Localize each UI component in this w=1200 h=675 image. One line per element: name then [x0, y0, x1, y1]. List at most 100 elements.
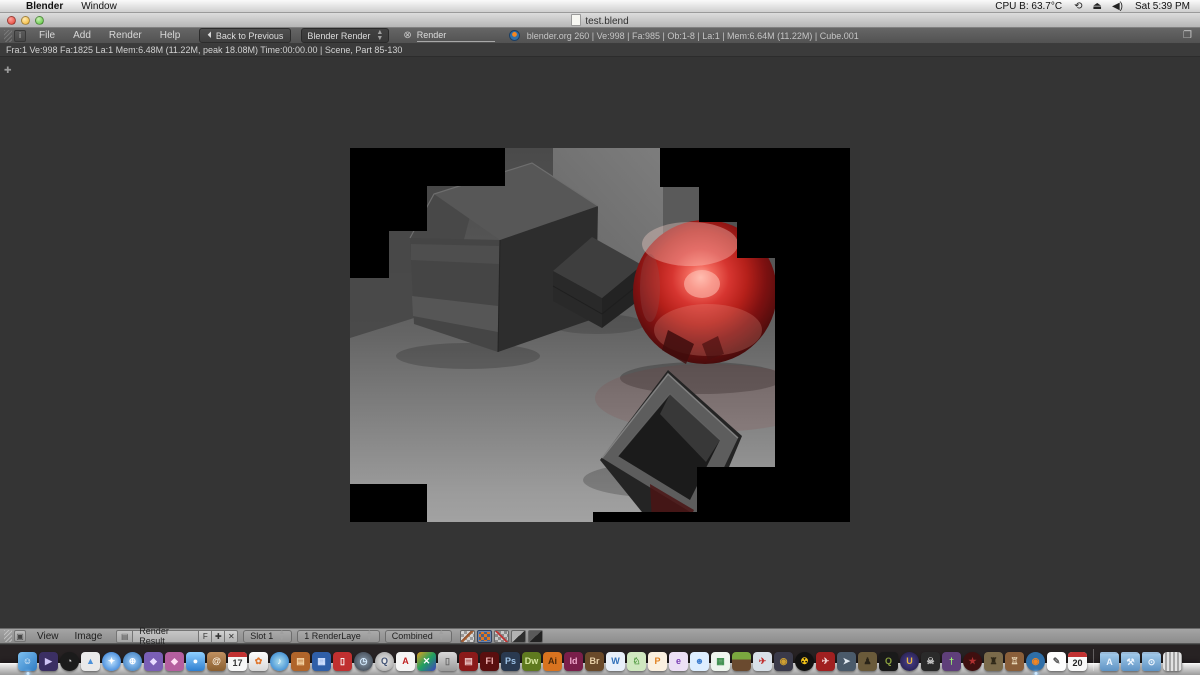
header-menu-item[interactable]: Render: [100, 30, 151, 41]
image-name-field[interactable]: Render Result: [133, 630, 199, 643]
dock-icon-gray-utility-app[interactable]: ▯: [438, 652, 457, 671]
macos-menubar: Blender Window CPU B: 63.7°C ⟲⏏◀) Sat 5:…: [0, 0, 1200, 13]
dock-icon-flash[interactable]: Fl: [480, 652, 499, 671]
dock-icon-grid-app[interactable]: ▦: [312, 652, 331, 671]
dock-icon-quake[interactable]: Q: [879, 652, 898, 671]
display-channel-buttons: [460, 630, 543, 643]
dock-icon-green-character-app[interactable]: ♘: [627, 652, 646, 671]
dock-icon-dark-star-game[interactable]: ★: [963, 652, 982, 671]
menubar-status-icon[interactable]: ⟲: [1074, 1, 1082, 12]
dock-icon-finder[interactable]: ☺: [18, 652, 37, 671]
dock-icon-dashboard[interactable]: ◔: [60, 652, 79, 671]
dock-icon-soldier-game-1[interactable]: ♜: [984, 652, 1003, 671]
dock-icon-quake-soldier-game[interactable]: ♟: [858, 652, 877, 671]
window-titlebar[interactable]: test.blend: [0, 13, 1200, 28]
editor-type-image-icon[interactable]: ▣: [14, 630, 26, 642]
dock-icon-textedit[interactable]: ✎: [1047, 652, 1066, 671]
dock-icon-sites-folder[interactable]: ⊙: [1142, 652, 1161, 671]
dock-icon-colorful-x-app[interactable]: ✕: [417, 652, 436, 671]
dock-icon-game-helmet[interactable]: ◉: [774, 652, 793, 671]
zbuffer-channel-icon[interactable]: [528, 630, 543, 643]
menubar-status-icon[interactable]: ⏏: [1092, 1, 1101, 12]
image-editor-menu-item[interactable]: View: [29, 631, 67, 642]
image-editor-viewport[interactable]: ✚: [0, 57, 1200, 628]
dock-icon-entourage[interactable]: e: [669, 652, 688, 671]
color-alpha-channel-icon[interactable]: [477, 630, 492, 643]
dock-icon-red-device-app[interactable]: ▯: [333, 652, 352, 671]
dock-icon-ichat[interactable]: ●: [186, 652, 205, 671]
dock-icon-front-row[interactable]: ▶: [39, 652, 58, 671]
editor-type-info-icon[interactable]: i: [14, 30, 26, 42]
header-menu-item[interactable]: Help: [151, 30, 190, 41]
dock-icon-soldier-game-2[interactable]: ♖: [1005, 652, 1024, 671]
dock-icon-unreal-tournament[interactable]: U: [900, 652, 919, 671]
paint-mode-icon[interactable]: [460, 630, 475, 643]
corner-grip[interactable]: [4, 630, 12, 642]
dock-icon-dreamweaver[interactable]: Dw: [522, 652, 541, 671]
dock-icon-excel[interactable]: ▦: [711, 652, 730, 671]
header-menu-item[interactable]: Add: [64, 30, 100, 41]
dock-icon-photoshop[interactable]: Ps: [501, 652, 520, 671]
document-icon: [571, 14, 581, 26]
dock-icon-utilities-folder[interactable]: ⚒: [1121, 652, 1140, 671]
browse-image-icon[interactable]: ▤: [116, 630, 133, 643]
dock-icon-iphoto[interactable]: ✿: [249, 652, 268, 671]
slot-select[interactable]: Slot 1 ▲▼: [243, 630, 292, 643]
dock-icon-xplane[interactable]: ✈: [753, 652, 772, 671]
unrendered-tile: [660, 148, 850, 187]
dock-icon-purple-gem-app[interactable]: ◆: [144, 652, 163, 671]
dock-icon-powerpoint[interactable]: P: [648, 652, 667, 671]
alpha-channel-icon[interactable]: [511, 630, 526, 643]
dock-items: ☺▶◔▲✦⊕◆◆●@17✿♪▤▦▯◷QA✕▯▤FlPsDwAiIdBrW♘Pe☻…: [18, 649, 1182, 671]
dock-icon-radiation-game[interactable]: ☢: [795, 652, 814, 671]
unlink-image-button[interactable]: ✕: [225, 630, 238, 643]
new-window-icon[interactable]: ❐: [1183, 30, 1192, 41]
dock-icon-blender[interactable]: ◉: [1026, 652, 1045, 671]
dock-icon-illustrator[interactable]: Ai: [543, 652, 562, 671]
back-to-previous-button[interactable]: ⏴ Back to Previous: [199, 28, 291, 43]
header-menu-item[interactable]: File: [30, 30, 64, 41]
menubar-menu-item[interactable]: Window: [81, 1, 117, 12]
dock-icon-red-plane-game[interactable]: ✈: [816, 652, 835, 671]
dock-icon-address-book[interactable]: @: [207, 652, 226, 671]
close-window-button[interactable]: [7, 16, 16, 25]
dock-icon-pink-gem-app[interactable]: ◆: [165, 652, 184, 671]
fake-user-button[interactable]: F: [199, 630, 212, 643]
dock-icon-lightsaber-game[interactable]: †: [942, 652, 961, 671]
new-image-button[interactable]: ✚: [212, 630, 225, 643]
dock-icon-toast-burner[interactable]: ▤: [291, 652, 310, 671]
region-expand-icon[interactable]: ✚: [4, 66, 12, 75]
dock-icon-indesign[interactable]: Id: [564, 652, 583, 671]
corner-grip[interactable]: [4, 30, 12, 42]
dock-icon-bridge[interactable]: Br: [585, 652, 604, 671]
dock-icon-quicktime-player[interactable]: Q: [375, 652, 394, 671]
dock-icon-applications-folder[interactable]: A: [1100, 652, 1119, 671]
render-result-image[interactable]: [350, 148, 850, 522]
dock-icon-word[interactable]: W: [606, 652, 625, 671]
render-layer-select[interactable]: 1 RenderLaye ▲▼: [297, 630, 379, 643]
image-editor-menu-item[interactable]: Image: [67, 631, 111, 642]
menubar-clock[interactable]: Sat 5:39 PM: [1135, 1, 1190, 12]
dock-icon-messenger[interactable]: ☻: [690, 652, 709, 671]
render-engine-select[interactable]: Blender Render ▲▼: [301, 28, 389, 43]
dock-icon-preview[interactable]: ▲: [81, 652, 100, 671]
dock-icon-itunes[interactable]: ♪: [270, 652, 289, 671]
dock-icon-skull-game[interactable]: ☠: [921, 652, 940, 671]
menubar-status-icon[interactable]: ◀): [1112, 1, 1123, 12]
dock-icon-safari[interactable]: ✦: [102, 652, 121, 671]
dock-icon-minecraft[interactable]: [732, 652, 751, 671]
zoom-window-button[interactable]: [35, 16, 44, 25]
dock-icon-web-globe-browser[interactable]: ⊕: [123, 652, 142, 671]
dock-icon-trash[interactable]: [1163, 652, 1182, 671]
dock-icon-jet-fighter-game[interactable]: ➤: [837, 652, 856, 671]
render-pass-select[interactable]: Combined ▲▼: [385, 630, 452, 643]
minimize-window-button[interactable]: [21, 16, 30, 25]
app-menu-blender[interactable]: Blender: [26, 1, 63, 12]
alpha-slash-channel-icon[interactable]: [494, 630, 509, 643]
dock-icon-adobe-reader[interactable]: A: [396, 652, 415, 671]
dock-icon-red-book-app[interactable]: ▤: [459, 652, 478, 671]
dock-icon-calendar-20[interactable]: 20: [1068, 652, 1087, 671]
dock-icon-ical[interactable]: 17: [228, 652, 247, 671]
dock-icon-time-machine[interactable]: ◷: [354, 652, 373, 671]
cancel-render-icon[interactable]: ⊗: [403, 30, 411, 41]
